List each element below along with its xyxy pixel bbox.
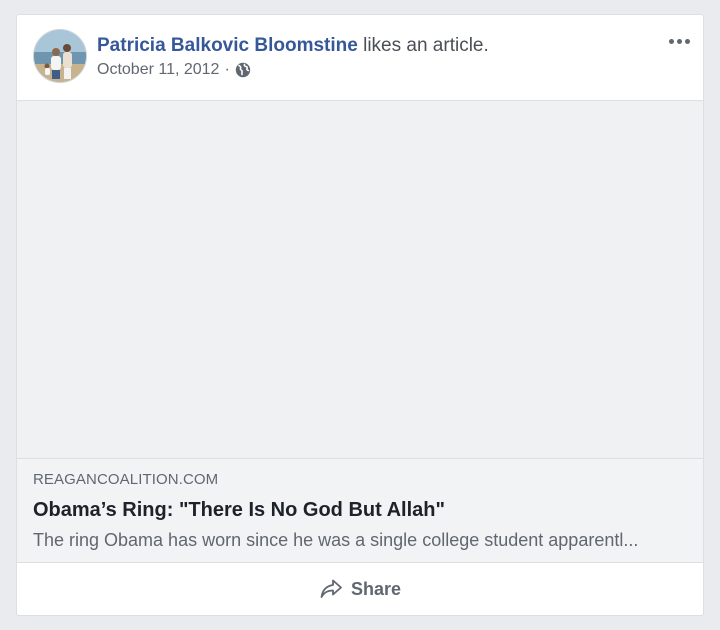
link-domain: REAGANCOALITION.COM (33, 471, 219, 488)
post-header-text: Patricia Balkovic Bloomstine likes an ar… (97, 34, 643, 80)
post-action-text: likes an article. (357, 35, 489, 56)
link-preview-image[interactable] (17, 101, 703, 459)
share-button[interactable]: Share (319, 578, 401, 600)
post-meta: October 11, 2012 · (97, 60, 643, 80)
globe-icon[interactable] (235, 62, 251, 78)
post-headline: Patricia Balkovic Bloomstine likes an ar… (97, 34, 643, 58)
link-description: The ring Obama has worn since he was a s… (33, 530, 639, 550)
more-options-icon[interactable] (665, 29, 693, 53)
more-dot (684, 38, 690, 44)
post-timestamp[interactable]: October 11, 2012 (97, 60, 219, 80)
link-title: Obama’s Ring: "There Is No God But Allah… (33, 499, 445, 521)
avatar-photo (34, 30, 86, 82)
post-actions-bar: Share (17, 563, 703, 615)
more-dot (676, 38, 682, 44)
feed-post: Patricia Balkovic Bloomstine likes an ar… (16, 14, 704, 616)
share-label: Share (350, 578, 402, 599)
more-dot (668, 38, 674, 44)
avatar[interactable] (33, 29, 87, 83)
post-header: Patricia Balkovic Bloomstine likes an ar… (17, 15, 703, 101)
link-preview-info[interactable]: REAGANCOALITION.COM Obama’s Ring: "There… (17, 459, 703, 563)
share-arrow-icon (320, 579, 342, 598)
meta-separator: · (224, 61, 230, 78)
author-name-link[interactable]: Patricia Balkovic Bloomstine (97, 35, 358, 56)
